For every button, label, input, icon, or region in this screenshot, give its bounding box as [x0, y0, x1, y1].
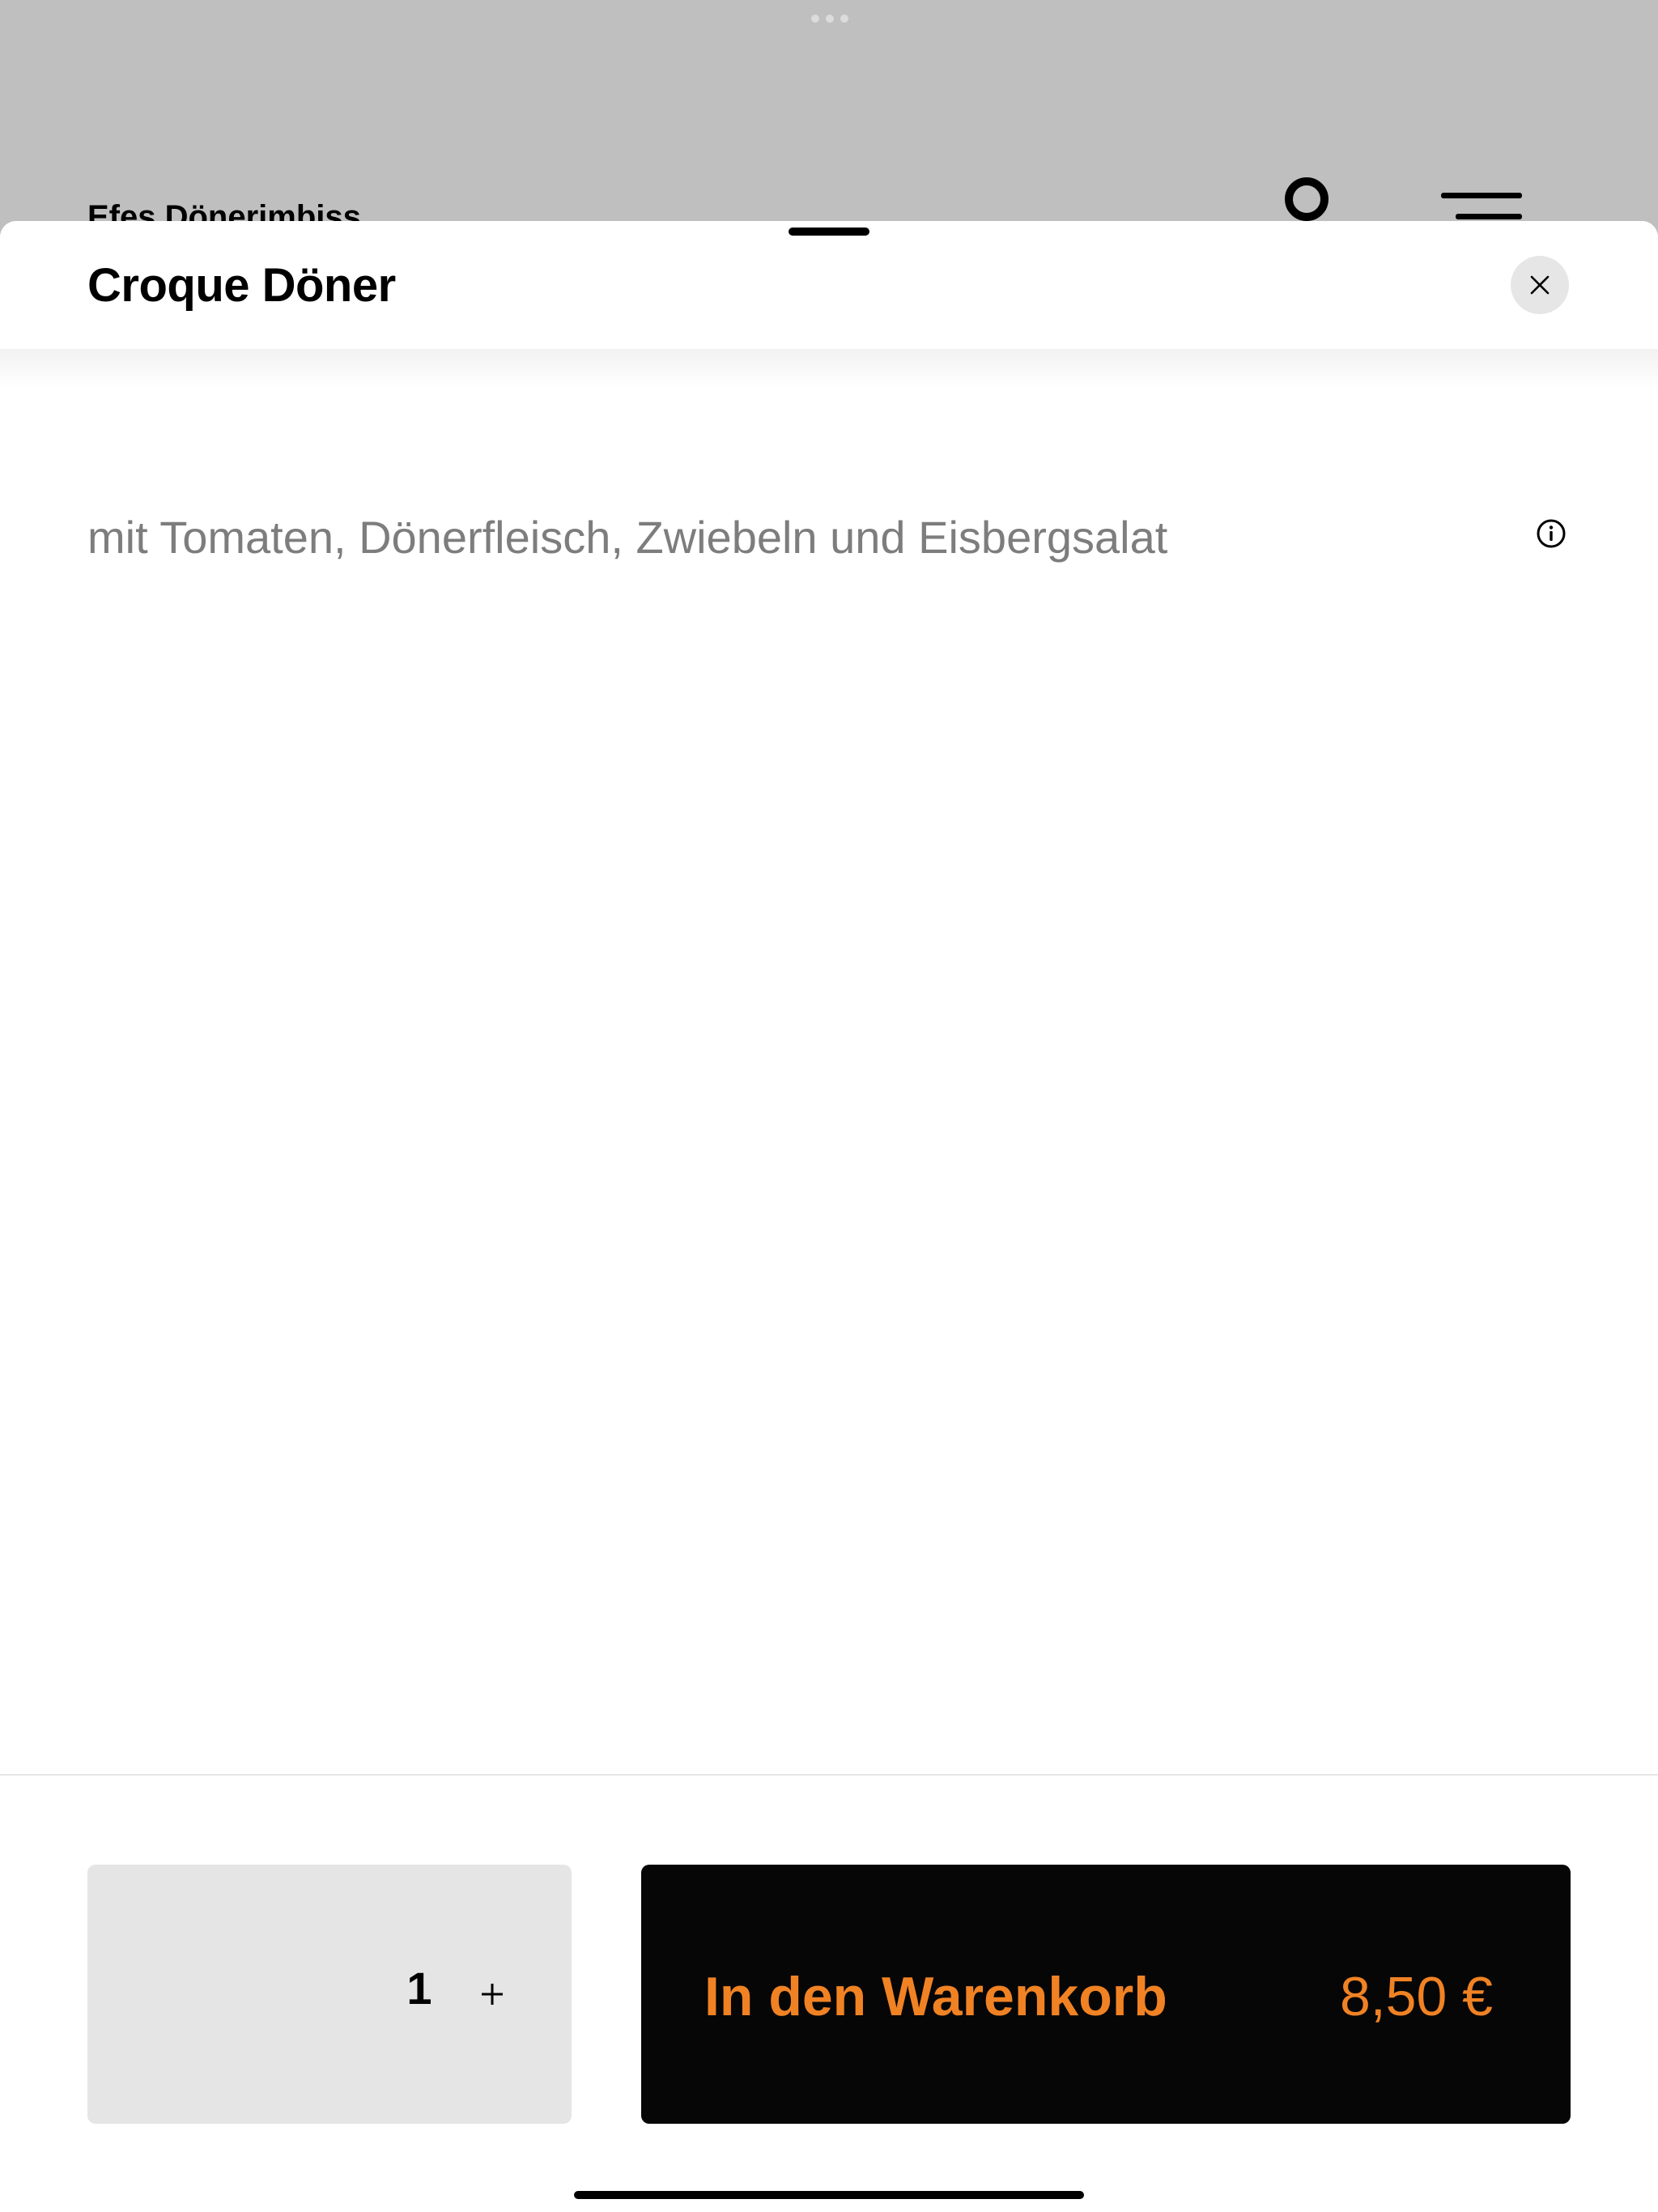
quantity-value: 1 [406, 1963, 432, 2014]
footer-divider [0, 1774, 1658, 1776]
sheet-grabber[interactable] [789, 228, 869, 236]
info-icon[interactable] [1536, 518, 1567, 549]
increase-quantity-button[interactable] [444, 1946, 541, 2043]
price-label: 8,50 € [1339, 1966, 1493, 2027]
close-icon [1530, 275, 1550, 295]
user-icon[interactable] [1284, 177, 1329, 222]
product-sheet: Croque Döner mit Tomaten, Dönerfleisch, … [0, 221, 1658, 2212]
product-title: Croque Döner [87, 259, 396, 312]
sheet-header: Croque Döner [0, 221, 1658, 349]
plus-icon [482, 1984, 503, 2005]
product-description: mit Tomaten, Dönerfleisch, Zwiebeln und … [87, 512, 1168, 563]
add-to-cart-label: In den Warenkorb [704, 1966, 1167, 2027]
add-to-cart-button[interactable]: In den Warenkorb 8,50 € [641, 1865, 1571, 2124]
multitasking-handle[interactable] [811, 15, 848, 23]
app-root: Efes Dönerimbiss Croque Döner mit Tomate… [0, 0, 1658, 2212]
home-indicator[interactable] [574, 2191, 1084, 2199]
menu-icon[interactable] [1441, 193, 1522, 225]
quantity-stepper: 1 [87, 1865, 572, 2124]
close-button[interactable] [1511, 256, 1569, 314]
header-shadow [0, 349, 1658, 389]
